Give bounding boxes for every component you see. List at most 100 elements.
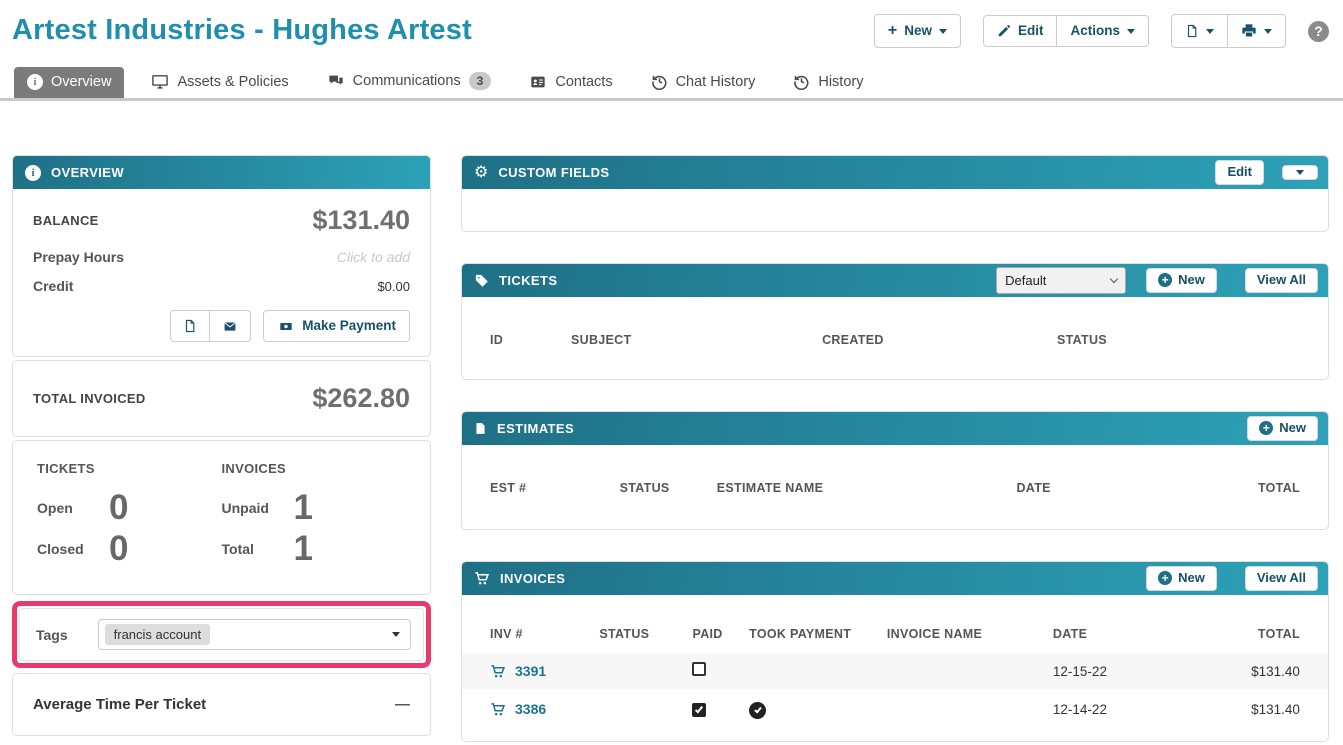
chevron-down-icon <box>1109 274 1119 284</box>
column-header: PAID <box>692 627 723 641</box>
actions-button[interactable]: Actions <box>1056 15 1149 47</box>
cart-icon <box>491 702 506 715</box>
tab-overview[interactable]: Overview <box>14 67 125 98</box>
edit-button-label: Edit <box>1227 164 1252 180</box>
paid-checkbox[interactable] <box>692 703 707 717</box>
tab-assets-policies[interactable]: Assets & Policies <box>138 66 301 98</box>
pdf-dropdown-button[interactable] <box>1171 14 1228 48</box>
chevron-down-icon <box>1296 170 1304 175</box>
plus-circle-icon <box>1259 421 1274 436</box>
column-header: EST # <box>490 481 527 495</box>
view-all-tickets-button[interactable]: View All <box>1244 268 1318 293</box>
invoice-link[interactable]: 3386 <box>490 701 599 717</box>
communications-count-badge: 3 <box>468 72 492 90</box>
tab-label: Communications <box>352 73 461 89</box>
tags-select[interactable]: francis account <box>97 619 411 650</box>
credit-label: Credit <box>33 278 74 294</box>
info-circle-icon <box>25 164 41 181</box>
estimates-table-header: EST # STATUS ESTIMATE NAME DATE TOTAL <box>462 481 1328 495</box>
page-title: Artest Industries - Hughes Artest <box>12 14 472 46</box>
info-circle-icon <box>27 74 43 90</box>
tab-communications[interactable]: Communications 3 <box>314 65 505 98</box>
invoice-total: $131.40 <box>1251 663 1300 679</box>
custom-fields-header: CUSTOM FIELDS Edit <box>462 156 1328 189</box>
invoices-stats-header: INVOICES <box>221 461 287 476</box>
tickets-body: ID SUBJECT CREATED STATUS <box>462 297 1328 379</box>
actions-button-label: Actions <box>1070 23 1120 39</box>
edit-button[interactable]: Edit <box>982 15 1058 47</box>
make-payment-button[interactable]: Make Payment <box>263 310 410 342</box>
balance-value: $131.40 <box>312 205 410 235</box>
desktop-icon <box>152 75 169 89</box>
tickets-title: TICKETS <box>499 273 558 288</box>
column-header: SUBJECT <box>571 333 632 347</box>
invoice-row: 3391 12-15-22 $131.40 <box>462 653 1328 689</box>
total-invoices-value: 1 <box>293 529 313 568</box>
custom-fields-edit-button[interactable]: Edit <box>1215 160 1264 185</box>
closed-tickets-value: 0 <box>109 529 129 568</box>
envelope-icon <box>224 321 236 331</box>
cart-icon <box>475 572 490 585</box>
column-header: DATE <box>1016 481 1051 495</box>
tab-label: Chat History <box>675 73 756 90</box>
tickets-table-header: ID SUBJECT CREATED STATUS <box>462 333 1328 347</box>
average-time-card: Average Time Per Ticket — <box>12 673 431 736</box>
pdf-statement-button[interactable] <box>170 310 211 342</box>
plus-icon <box>888 23 897 39</box>
tickets-panel: TICKETS Default New View All ID SUBJECT <box>461 263 1329 380</box>
invoices-stats: INVOICES Unpaid 1 Total 1 <box>222 461 407 572</box>
history-icon <box>794 75 809 90</box>
column-header: INVOICE NAME <box>886 627 983 641</box>
new-invoice-button[interactable]: New <box>1146 566 1217 591</box>
help-icon[interactable] <box>1308 20 1329 42</box>
tickets-header: TICKETS Default New View All <box>462 264 1328 297</box>
tag-chip[interactable]: francis account <box>104 624 211 645</box>
estimates-header: ESTIMATES New <box>462 412 1328 445</box>
invoice-number: 3391 <box>515 663 547 679</box>
tab-history[interactable]: History <box>780 66 876 98</box>
prepay-hours-value[interactable]: Click to add <box>337 249 410 265</box>
new-ticket-button[interactable]: New <box>1146 268 1217 293</box>
export-print-group <box>1171 14 1286 48</box>
chevron-down-icon <box>1127 28 1135 34</box>
new-button[interactable]: New <box>873 14 961 48</box>
estimates-panel: ESTIMATES New EST # STATUS ESTIMATE NAME… <box>461 411 1329 530</box>
chevron-down-icon <box>392 632 400 637</box>
average-time-label: Average Time Per Ticket <box>33 696 207 713</box>
tab-label: Assets & Policies <box>177 73 289 90</box>
column-header: TOOK PAYMENT <box>749 627 852 641</box>
invoice-number: 3386 <box>515 701 547 717</box>
new-invoice-label: New <box>1178 570 1205 586</box>
view-all-tickets-label: View All <box>1256 272 1306 288</box>
check-icon <box>695 704 704 714</box>
invoices-body: INV # STATUS PAID TOOK PAYMENT INVOICE N… <box>462 595 1328 741</box>
left-column: OVERVIEW BALANCE $131.40 Prepay Hours Cl… <box>12 155 431 739</box>
custom-fields-dropdown-button[interactable] <box>1282 165 1318 180</box>
tabs-bar: Overview Assets & Policies Communication… <box>0 65 1343 101</box>
tab-label: History <box>818 73 864 90</box>
ticket-filter-select[interactable]: Default <box>996 267 1127 294</box>
total-invoiced-value: $262.80 <box>312 383 410 413</box>
invoice-link[interactable]: 3391 <box>490 663 599 679</box>
new-estimate-button[interactable]: New <box>1247 416 1318 441</box>
edit-actions-group: Edit Actions <box>982 15 1149 47</box>
email-button[interactable] <box>209 310 252 342</box>
custom-fields-title: CUSTOM FIELDS <box>498 165 610 180</box>
pencil-icon <box>998 25 1010 37</box>
tab-contacts[interactable]: Contacts <box>516 67 625 98</box>
prepay-hours-label: Prepay Hours <box>33 249 125 265</box>
tag-icon <box>475 274 488 287</box>
print-dropdown-button[interactable] <box>1227 14 1286 48</box>
invoices-table-header: INV # STATUS PAID TOOK PAYMENT INVOICE N… <box>462 627 1328 641</box>
column-header: ESTIMATE NAME <box>716 481 824 495</box>
statement-email-group <box>170 310 252 342</box>
average-time-value: — <box>395 696 410 713</box>
plus-circle-icon <box>1158 273 1173 288</box>
view-all-invoices-button[interactable]: View All <box>1244 566 1318 591</box>
comments-icon <box>328 75 343 85</box>
total-invoices-label: Total <box>221 540 254 557</box>
overview-card-title: OVERVIEW <box>51 165 125 180</box>
tab-chat-history[interactable]: Chat History <box>638 66 769 98</box>
paid-checkbox[interactable] <box>692 661 707 676</box>
column-header: DATE <box>1052 627 1088 641</box>
